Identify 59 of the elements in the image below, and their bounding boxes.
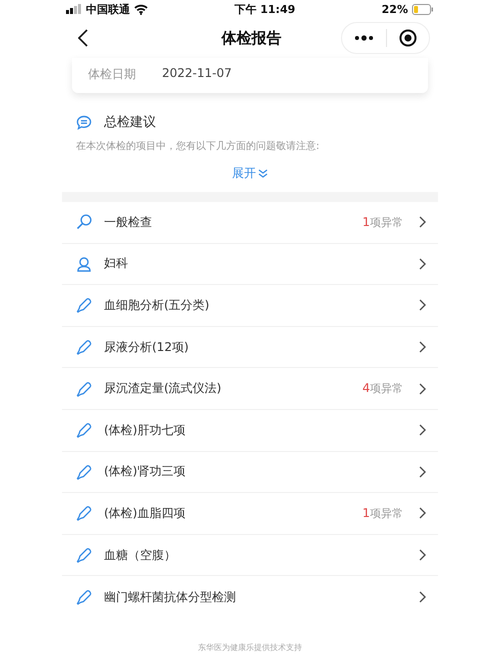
exam-item[interactable]: (体检)血脂四项 1项异常 bbox=[62, 493, 438, 535]
abnormal-count: 1项异常 bbox=[362, 214, 403, 230]
advice-text: 在本次体检的项目中，您有以下几方面的问题敬请注意: bbox=[76, 140, 320, 153]
item-name: 血细胞分析(五分类) bbox=[104, 296, 210, 314]
chevron-icon bbox=[419, 299, 426, 312]
item-name: (体检)肝功七项 bbox=[104, 422, 186, 439]
signal-icon bbox=[66, 4, 82, 14]
chevron-icon bbox=[419, 341, 426, 354]
chevron-icon bbox=[419, 549, 426, 562]
pipette-icon bbox=[76, 464, 92, 480]
person-icon bbox=[76, 256, 92, 272]
pipette-icon bbox=[76, 589, 92, 606]
wifi-icon bbox=[134, 4, 148, 14]
item-name: (体检)肾功三项 bbox=[104, 463, 186, 480]
exam-item[interactable]: 尿沉渣定量(流式仪法) 4项异常 bbox=[62, 368, 438, 410]
exam-item[interactable]: 血细胞分析(五分类) bbox=[62, 285, 438, 327]
chevron-icon bbox=[419, 258, 426, 270]
pipette-icon bbox=[76, 297, 92, 314]
exam-item[interactable]: 尿液分析(12项) bbox=[62, 326, 438, 368]
pipette-icon bbox=[76, 547, 92, 564]
pipette-icon bbox=[76, 339, 92, 356]
carrier-name: 中国联通 bbox=[86, 2, 130, 16]
footer-text: 东华医为健康乐提供技术支持 bbox=[197, 642, 303, 653]
exam-item[interactable]: 一般检查 1项异常 bbox=[62, 202, 438, 244]
battery-icon bbox=[412, 4, 434, 14]
close-target-icon[interactable] bbox=[399, 29, 417, 47]
more-icon[interactable] bbox=[354, 35, 374, 41]
advice-title: 总检建议 bbox=[104, 114, 156, 131]
item-name: 血糖（空腹） bbox=[104, 546, 177, 564]
item-name: 尿液分析(12项) bbox=[104, 338, 190, 356]
chevron-icon bbox=[419, 507, 426, 520]
pipette-icon bbox=[76, 380, 92, 397]
item-name: 尿沉渣定量(流式仪法) bbox=[104, 380, 222, 398]
date-label: 体检日期 bbox=[88, 66, 136, 83]
date-value: 2022-11-07 bbox=[162, 66, 232, 82]
item-name: (体检)血脂四项 bbox=[104, 504, 186, 522]
double-chevron-icon bbox=[258, 169, 268, 178]
status-time: 下午 11:49 bbox=[234, 2, 296, 16]
abnormal-count: 1项异常 bbox=[362, 506, 403, 521]
item-name: 幽门螺杆菌抗体分型检测 bbox=[104, 588, 237, 606]
exam-item[interactable]: 幽门螺杆菌抗体分型检测 bbox=[62, 576, 438, 618]
chevron-icon bbox=[419, 382, 426, 395]
chevron-icon bbox=[419, 591, 426, 604]
chevron-icon bbox=[419, 424, 426, 436]
search-icon bbox=[76, 214, 92, 230]
exam-item[interactable]: 妇科 bbox=[62, 244, 438, 286]
exam-item[interactable]: 血糖（空腹） bbox=[62, 534, 438, 576]
exam-item[interactable]: (体检)肝功七项 bbox=[62, 410, 438, 452]
chevron-icon bbox=[419, 466, 426, 478]
exam-item[interactable]: (体检)肾功三项 bbox=[62, 452, 438, 494]
chevron-icon bbox=[419, 216, 426, 228]
pipette-icon bbox=[76, 422, 92, 438]
pipette-icon bbox=[76, 505, 92, 522]
item-name: 妇科 bbox=[104, 255, 129, 272]
item-name: 一般检查 bbox=[104, 214, 153, 231]
chat-icon bbox=[76, 114, 92, 130]
abnormal-count: 4项异常 bbox=[362, 381, 403, 396]
page-title: 体检报告 bbox=[222, 28, 282, 48]
battery-percent: 22% bbox=[382, 2, 408, 16]
